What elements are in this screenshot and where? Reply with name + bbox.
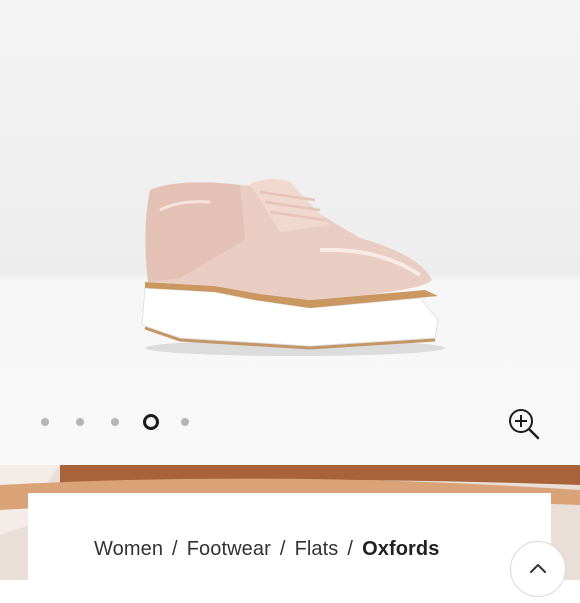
breadcrumb-separator: / — [172, 538, 178, 560]
breadcrumb-separator: / — [347, 538, 354, 560]
carousel-dot[interactable] — [76, 418, 84, 426]
zoom-button[interactable] — [505, 405, 543, 443]
product-image — [141, 178, 445, 356]
breadcrumb-link-flats[interactable]: Flats — [295, 538, 339, 560]
carousel-indicators — [0, 408, 240, 436]
product-image-carousel[interactable] — [0, 0, 580, 465]
carousel-dot[interactable] — [111, 418, 119, 426]
carousel-dot[interactable] — [41, 418, 49, 426]
breadcrumb-link-footwear[interactable]: Footwear — [187, 538, 271, 560]
carousel-dot[interactable] — [181, 418, 189, 426]
scroll-to-top-button[interactable] — [510, 541, 566, 597]
breadcrumb-current: Oxfords — [362, 538, 440, 560]
carousel-dot-active[interactable] — [143, 414, 159, 430]
breadcrumb: Women / Footwear / Flats / Oxfords — [94, 538, 439, 561]
chevron-up-icon — [530, 564, 546, 573]
breadcrumb-separator: / — [279, 538, 286, 560]
breadcrumb-link-women[interactable]: Women — [94, 538, 163, 560]
zoom-in-icon — [509, 409, 540, 440]
